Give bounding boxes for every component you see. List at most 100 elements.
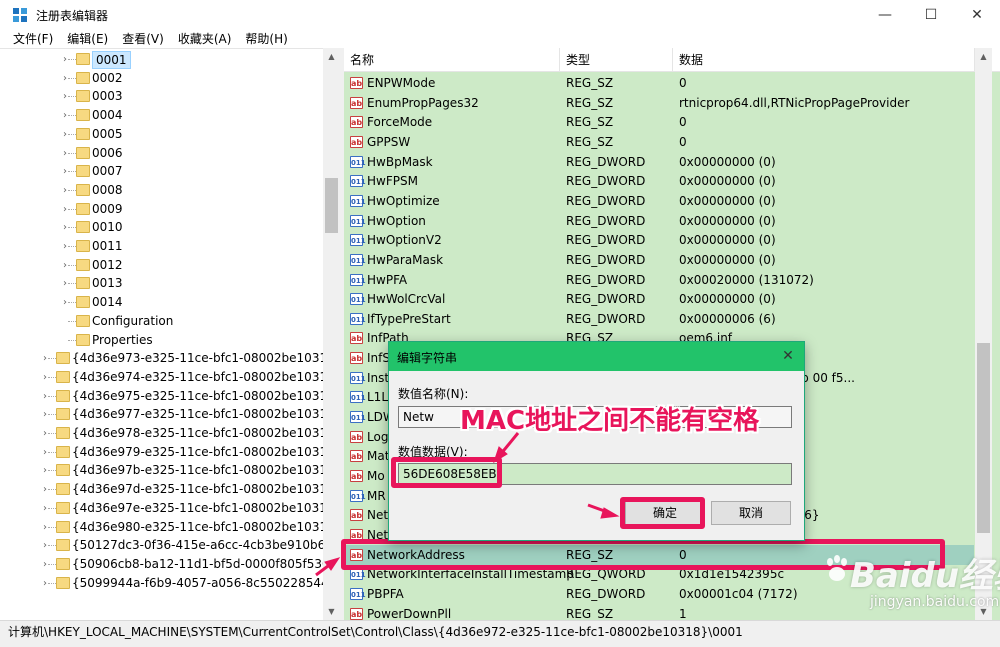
tree-item[interactable]: › {4d36e973-e325-11ce-bfc1-08002be10318}: [0, 349, 340, 368]
string-value-icon: ab: [350, 77, 363, 89]
tree-item[interactable]: › 0001: [0, 50, 323, 69]
menu-view[interactable]: 查看(V): [115, 30, 171, 48]
tree-item[interactable]: › {5099944a-f6b9-4057-a056-8c550228544c}: [0, 574, 340, 593]
tree-item[interactable]: › 0010: [0, 218, 323, 237]
tree-item[interactable]: › {4d36e977-e325-11ce-bfc1-08002be10318}: [0, 405, 340, 424]
cancel-button[interactable]: 取消: [711, 501, 791, 525]
tree-item[interactable]: › {4d36e978-e325-11ce-bfc1-08002be10318}: [0, 424, 340, 443]
tree-connector: [68, 133, 76, 135]
cell-name: L1L: [367, 390, 389, 405]
list-row[interactable]: 011 HwOptimize REG_DWORD 0x00000000 (0): [344, 191, 974, 211]
menu-file[interactable]: 文件(F): [6, 30, 60, 48]
tree-item[interactable]: › {4d36e97e-e325-11ce-bfc1-08002be10318}: [0, 499, 340, 518]
tree-item[interactable]: › {4d36e979-e325-11ce-bfc1-08002be10318}: [0, 443, 340, 462]
cell-name: InfS: [367, 351, 390, 366]
cell-name: EnumPropPages32: [367, 95, 479, 110]
tree-item-label: Configuration: [92, 313, 174, 328]
cell-name: ENPWMode: [367, 76, 436, 90]
list-row[interactable]: 011 HwFPSM REG_DWORD 0x00000000 (0): [344, 171, 974, 191]
tree-item[interactable]: › 0005: [0, 125, 323, 144]
scroll-up-icon[interactable]: ▲: [975, 48, 992, 65]
tree-item[interactable]: › 0009: [0, 200, 323, 219]
list-row[interactable]: 011 HwPFA REG_DWORD 0x00020000 (131072): [344, 270, 974, 290]
tree-item-label: 0013: [92, 276, 123, 291]
list-row[interactable]: ab EnumPropPages32 REG_SZ rtnicprop64.dll,R…: [344, 93, 974, 113]
tree-connector: [48, 395, 56, 397]
menu-help[interactable]: 帮助(H): [238, 30, 294, 48]
list-row[interactable]: ab ENPWMode REG_SZ 0: [344, 73, 974, 93]
tree-connector: [68, 302, 76, 304]
tree-item[interactable]: › {4d36e97b-e325-11ce-bfc1-08002be10318}: [0, 461, 340, 480]
list-scrollbar[interactable]: ▲ ▼: [975, 48, 992, 620]
list-row[interactable]: 011 HwWolCrcVal REG_DWORD 0x00000000 (0): [344, 289, 974, 309]
tree-item[interactable]: › 0013: [0, 274, 323, 293]
folder-icon: [76, 296, 90, 309]
string-value-icon: ab: [350, 96, 363, 109]
list-row[interactable]: 011 HwOption REG_DWORD 0x00000000 (0): [344, 211, 974, 231]
list-row[interactable]: ab GPPSW REG_SZ 0: [344, 132, 974, 152]
list-row[interactable]: 011 HwBpMask REG_DWORD 0x00000000 (0): [344, 152, 974, 172]
tree-item[interactable]: › {50906cb8-ba12-11d1-bf5d-0000f805f530}: [0, 555, 337, 574]
cell-type: REG_DWORD: [566, 193, 646, 208]
list-scroll-thumb[interactable]: [977, 343, 990, 533]
folder-icon: [56, 520, 70, 533]
dialog-close-icon[interactable]: ✕: [778, 346, 798, 366]
scroll-up-icon[interactable]: ▲: [323, 48, 340, 65]
tree-item[interactable]: › 0008: [0, 181, 323, 200]
tree-item[interactable]: › 0014: [0, 293, 323, 312]
cell-data: 0x00000000 (0): [679, 154, 776, 169]
tree-item[interactable]: › 0011: [0, 237, 323, 256]
tree-item-label: {50127dc3-0f36-415e-a6cc-4cb3be910b65}: [72, 538, 340, 553]
string-value-icon: ab: [350, 607, 363, 620]
column-header-type[interactable]: 类型: [560, 48, 673, 72]
binary-value-icon: 011: [350, 568, 366, 581]
list-row[interactable]: 011 HwOptionV2 REG_DWORD 0x00000000 (0): [344, 230, 974, 250]
list-row[interactable]: 011 IfTypePreStart REG_DWORD 0x00000006 (6): [344, 309, 974, 329]
tree-item[interactable]: › {4d36e974-e325-11ce-bfc1-08002be10318}: [0, 368, 340, 387]
tree-item[interactable]: › 0006: [0, 144, 323, 163]
tree-item[interactable]: Configuration: [0, 312, 323, 331]
string-value-icon: ab: [350, 450, 363, 463]
close-button[interactable]: ✕: [954, 0, 1000, 30]
tree-item[interactable]: › {4d36e980-e325-11ce-bfc1-08002be10318}: [0, 518, 340, 537]
cell-name: HwFPSM: [367, 174, 418, 189]
list-row[interactable]: 011 HwParaMask REG_DWORD 0x00000000 (0): [344, 250, 974, 270]
tree-item-label: {4d36e978-e325-11ce-bfc1-08002be10318}: [72, 426, 340, 440]
maximize-button[interactable]: ☐: [908, 0, 954, 30]
cell-name: Net: [367, 508, 389, 523]
folder-icon: [76, 221, 90, 234]
tree-item[interactable]: › 0004: [0, 106, 323, 125]
folder-icon: [56, 408, 70, 421]
menu-favorites[interactable]: 收藏夹(A): [171, 30, 239, 48]
column-header-data[interactable]: 数据: [673, 48, 975, 72]
tree-connector: [48, 489, 56, 491]
tree-item[interactable]: › 0012: [0, 256, 323, 275]
tree-item[interactable]: Properties: [0, 331, 323, 350]
binary-value-icon: 011: [350, 489, 366, 502]
tree-item[interactable]: › 0007: [0, 162, 323, 181]
cell-name: PowerDownPll: [367, 606, 452, 620]
value-name-label: 数值名称(N):: [398, 387, 469, 401]
tree-item[interactable]: › 0002: [0, 69, 323, 88]
folder-icon: [56, 427, 70, 439]
registry-tree[interactable]: › 0001 › 0002 › 0003 › 0004 › 0005 › 0006 › 0007 › 0008…: [0, 48, 340, 620]
tree-scrollbar[interactable]: ▲ ▼: [323, 48, 340, 620]
scroll-down-icon[interactable]: ▼: [323, 603, 340, 620]
tree-item[interactable]: › {4d36e975-e325-11ce-bfc1-08002be10318}: [0, 387, 340, 406]
column-header-name[interactable]: 名称: [344, 48, 560, 72]
tree-item-label: 0006: [92, 145, 123, 160]
minimize-button[interactable]: —: [862, 0, 908, 30]
tree-item[interactable]: › {4d36e97d-e325-11ce-bfc1-08002be10318}: [0, 480, 340, 499]
tree-item-label: 0001: [92, 51, 131, 69]
folder-icon: [56, 389, 70, 402]
cell-type: REG_DWORD: [566, 213, 646, 228]
tree-item[interactable]: › {50127dc3-0f36-415e-a6cc-4cb3be910b65}: [0, 536, 340, 555]
menu-edit[interactable]: 编辑(E): [60, 30, 115, 48]
cell-type: REG_SZ: [566, 115, 614, 130]
binary-value-icon: 011: [350, 391, 366, 404]
cell-type: REG_SZ: [566, 606, 614, 620]
tree-scroll-thumb[interactable]: [325, 178, 338, 233]
tree-connector: [48, 376, 56, 378]
tree-item[interactable]: › 0003: [0, 87, 323, 106]
list-row[interactable]: ab ForceMode REG_SZ 0: [344, 112, 974, 132]
